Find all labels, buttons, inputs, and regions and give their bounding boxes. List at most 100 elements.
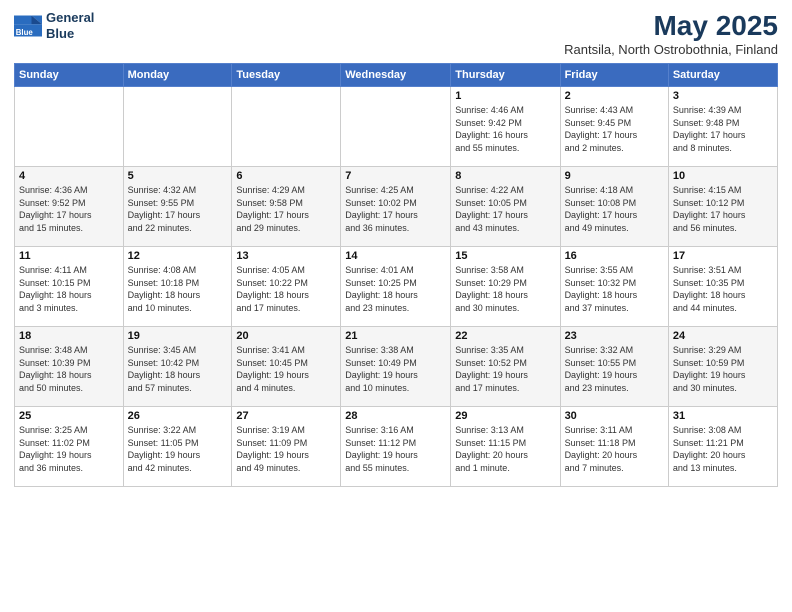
calendar-cell: [341, 87, 451, 167]
day-number: 15: [455, 250, 555, 262]
calendar-cell: 15 Sunrise: 3:58 AMSunset: 10:29 PMDaylig…: [451, 247, 560, 327]
calendar-week-5: 25Sunrise: 3:25 AMSunset: 11:02 PMDaylig…: [15, 407, 778, 487]
day-number: 29: [455, 410, 555, 422]
calendar-cell: 25Sunrise: 3:25 AMSunset: 11:02 PMDaylig…: [15, 407, 124, 487]
column-header-tuesday: Tuesday: [232, 64, 341, 87]
calendar-cell: 26 Sunrise: 3:22 AMSunset: 11:05 PMDaylig…: [123, 407, 232, 487]
generalblue-logo-icon: Blue: [14, 12, 42, 40]
calendar-week-4: 18 Sunrise: 3:48 AMSunset: 10:39 PMDaylig…: [15, 327, 778, 407]
day-detail: Sunrise: 4:25 AMSunset: 10:02 PMDaylight…: [345, 184, 446, 234]
day-detail: Sunrise: 4:18 AMSunset: 10:08 PMDaylight…: [565, 184, 664, 234]
day-number: 12: [128, 250, 228, 262]
calendar-week-1: 1Sunrise: 4:46 AMSunset: 9:42 PMDaylight…: [15, 87, 778, 167]
day-detail: Sunrise: 4:01 AMSunset: 10:25 PMDaylight…: [345, 264, 446, 314]
day-detail: Sunrise: 3:35 AMSunset: 10:52 PMDaylight…: [455, 344, 555, 394]
calendar-header-row: SundayMondayTuesdayWednesdayThursdayFrid…: [15, 64, 778, 87]
day-detail: Sunrise: 3:58 AMSunset: 10:29 PMDaylight…: [455, 264, 555, 314]
day-number: 14: [345, 250, 446, 262]
day-detail: Sunrise: 3:51 AMSunset: 10:35 PMDaylight…: [673, 264, 773, 314]
day-detail: Sunrise: 4:05 AMSunset: 10:22 PMDaylight…: [236, 264, 336, 314]
column-header-monday: Monday: [123, 64, 232, 87]
column-header-wednesday: Wednesday: [341, 64, 451, 87]
calendar-cell: 11 Sunrise: 4:11 AMSunset: 10:15 PMDaylig…: [15, 247, 124, 327]
calendar-cell: 31Sunrise: 3:08 AMSunset: 11:21 PMDaylig…: [668, 407, 777, 487]
calendar-cell: 21 Sunrise: 3:38 AMSunset: 10:49 PMDaylig…: [341, 327, 451, 407]
day-detail: Sunrise: 4:43 AMSunset: 9:45 PMDaylight:…: [565, 104, 664, 154]
calendar-cell: 10 Sunrise: 4:15 AMSunset: 10:12 PMDaylig…: [668, 167, 777, 247]
day-number: 31: [673, 410, 773, 422]
calendar-cell: 28 Sunrise: 3:16 AMSunset: 11:12 PMDaylig…: [341, 407, 451, 487]
column-header-thursday: Thursday: [451, 64, 560, 87]
calendar-cell: [232, 87, 341, 167]
day-number: 3: [673, 90, 773, 102]
day-number: 21: [345, 330, 446, 342]
column-header-sunday: Sunday: [15, 64, 124, 87]
day-number: 26: [128, 410, 228, 422]
svg-text:Blue: Blue: [16, 27, 34, 36]
day-number: 16: [565, 250, 664, 262]
day-number: 2: [565, 90, 664, 102]
calendar-cell: 9 Sunrise: 4:18 AMSunset: 10:08 PMDayligh…: [560, 167, 668, 247]
header: Blue General Blue May 2025 Rantsila, Nor…: [14, 10, 778, 57]
calendar-cell: 1Sunrise: 4:46 AMSunset: 9:42 PMDaylight…: [451, 87, 560, 167]
main-title: May 2025: [564, 10, 778, 42]
calendar-cell: 8 Sunrise: 4:22 AMSunset: 10:05 PMDayligh…: [451, 167, 560, 247]
calendar-cell: 19 Sunrise: 3:45 AMSunset: 10:42 PMDaylig…: [123, 327, 232, 407]
day-number: 20: [236, 330, 336, 342]
day-detail: Sunrise: 4:22 AMSunset: 10:05 PMDaylight…: [455, 184, 555, 234]
calendar-cell: 3 Sunrise: 4:39 AMSunset: 9:48 PMDaylight…: [668, 87, 777, 167]
day-number: 11: [19, 250, 119, 262]
calendar-cell: 14 Sunrise: 4:01 AMSunset: 10:25 PMDaylig…: [341, 247, 451, 327]
day-number: 22: [455, 330, 555, 342]
day-detail: Sunrise: 3:55 AMSunset: 10:32 PMDaylight…: [565, 264, 664, 314]
calendar-cell: 17Sunrise: 3:51 AMSunset: 10:35 PMDaylig…: [668, 247, 777, 327]
day-detail: Sunrise: 3:25 AMSunset: 11:02 PMDaylight…: [19, 424, 119, 474]
day-detail: Sunrise: 3:16 AMSunset: 11:12 PMDaylight…: [345, 424, 446, 474]
day-number: 19: [128, 330, 228, 342]
calendar-cell: 22 Sunrise: 3:35 AMSunset: 10:52 PMDaylig…: [451, 327, 560, 407]
day-detail: Sunrise: 4:15 AMSunset: 10:12 PMDaylight…: [673, 184, 773, 234]
day-detail: Sunrise: 4:46 AMSunset: 9:42 PMDaylight:…: [455, 104, 555, 154]
logo-text: General Blue: [46, 10, 94, 41]
logo: Blue General Blue: [14, 10, 94, 41]
calendar-table: SundayMondayTuesdayWednesdayThursdayFrid…: [14, 63, 778, 487]
calendar-cell: 20Sunrise: 3:41 AMSunset: 10:45 PMDaylig…: [232, 327, 341, 407]
column-header-friday: Friday: [560, 64, 668, 87]
column-header-saturday: Saturday: [668, 64, 777, 87]
title-block: May 2025 Rantsila, North Ostrobothnia, F…: [564, 10, 778, 57]
day-detail: Sunrise: 3:45 AMSunset: 10:42 PMDaylight…: [128, 344, 228, 394]
day-number: 6: [236, 170, 336, 182]
day-number: 8: [455, 170, 555, 182]
day-detail: Sunrise: 3:22 AMSunset: 11:05 PMDaylight…: [128, 424, 228, 474]
day-detail: Sunrise: 3:29 AMSunset: 10:59 PMDaylight…: [673, 344, 773, 394]
day-number: 10: [673, 170, 773, 182]
day-number: 9: [565, 170, 664, 182]
subtitle: Rantsila, North Ostrobothnia, Finland: [564, 42, 778, 57]
calendar-cell: 29 Sunrise: 3:13 AMSunset: 11:15 PMDaylig…: [451, 407, 560, 487]
calendar-week-3: 11 Sunrise: 4:11 AMSunset: 10:15 PMDaylig…: [15, 247, 778, 327]
calendar-cell: [15, 87, 124, 167]
day-detail: Sunrise: 3:48 AMSunset: 10:39 PMDaylight…: [19, 344, 119, 394]
day-detail: Sunrise: 3:38 AMSunset: 10:49 PMDaylight…: [345, 344, 446, 394]
day-detail: Sunrise: 4:32 AMSunset: 9:55 PMDaylight:…: [128, 184, 228, 234]
day-detail: Sunrise: 3:13 AMSunset: 11:15 PMDaylight…: [455, 424, 555, 474]
calendar-cell: 5 Sunrise: 4:32 AMSunset: 9:55 PMDaylight…: [123, 167, 232, 247]
day-detail: Sunrise: 4:39 AMSunset: 9:48 PMDaylight:…: [673, 104, 773, 154]
calendar-cell: 30Sunrise: 3:11 AMSunset: 11:18 PMDaylig…: [560, 407, 668, 487]
calendar-cell: 18 Sunrise: 3:48 AMSunset: 10:39 PMDaylig…: [15, 327, 124, 407]
calendar-cell: 13 Sunrise: 4:05 AMSunset: 10:22 PMDaylig…: [232, 247, 341, 327]
page: Blue General Blue May 2025 Rantsila, Nor…: [0, 0, 792, 612]
day-number: 7: [345, 170, 446, 182]
calendar-cell: 24Sunrise: 3:29 AMSunset: 10:59 PMDaylig…: [668, 327, 777, 407]
day-detail: Sunrise: 4:11 AMSunset: 10:15 PMDaylight…: [19, 264, 119, 314]
day-number: 28: [345, 410, 446, 422]
day-number: 18: [19, 330, 119, 342]
day-number: 13: [236, 250, 336, 262]
day-number: 23: [565, 330, 664, 342]
day-number: 5: [128, 170, 228, 182]
day-detail: Sunrise: 4:29 AMSunset: 9:58 PMDaylight:…: [236, 184, 336, 234]
calendar-cell: 6 Sunrise: 4:29 AMSunset: 9:58 PMDaylight…: [232, 167, 341, 247]
day-number: 30: [565, 410, 664, 422]
calendar-cell: [123, 87, 232, 167]
calendar-cell: 7 Sunrise: 4:25 AMSunset: 10:02 PMDayligh…: [341, 167, 451, 247]
